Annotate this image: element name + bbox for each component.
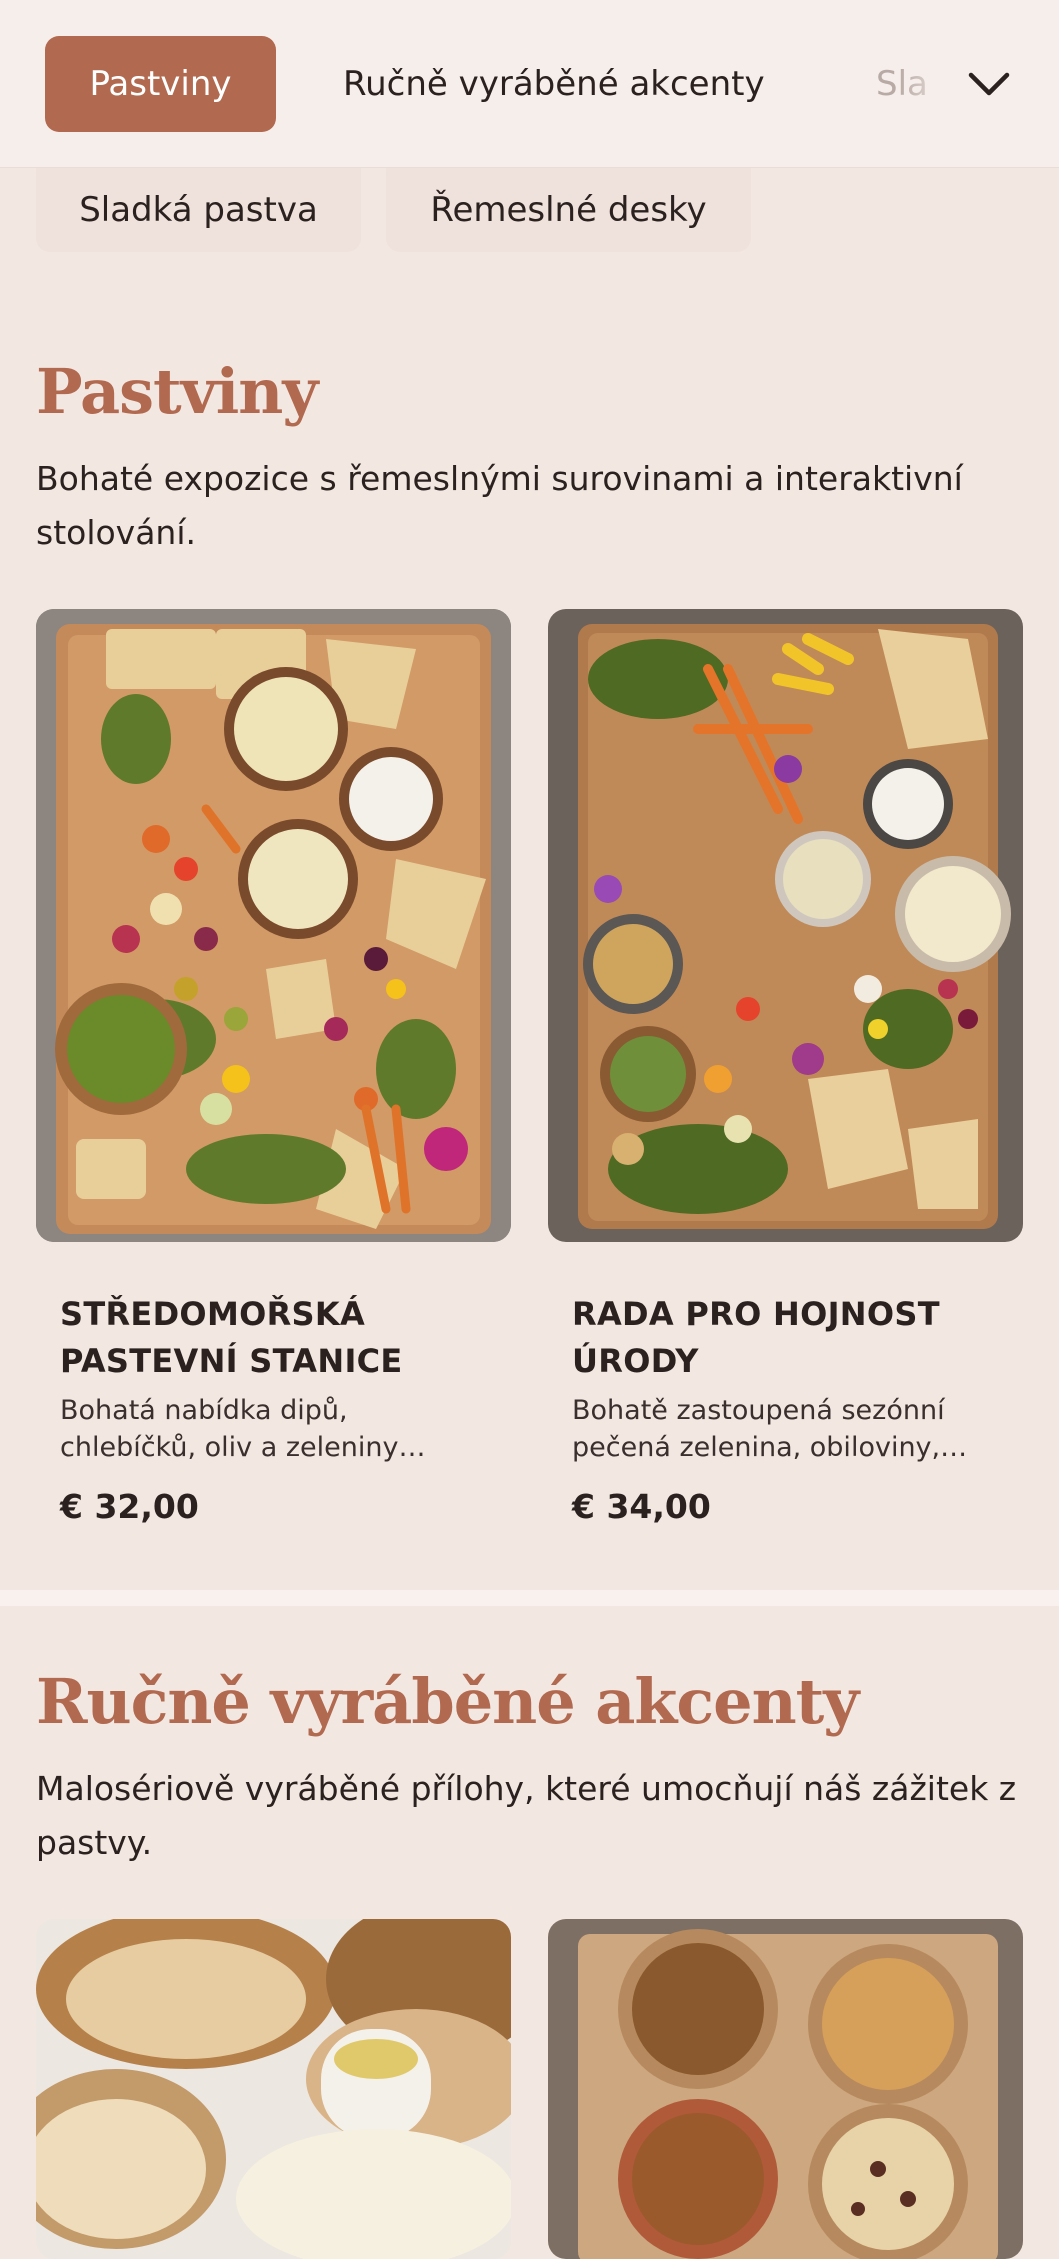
product-price: € 32,00 [60, 1487, 199, 1526]
category-dropdown-button[interactable] [955, 50, 1023, 118]
product-image-harvest[interactable] [548, 609, 1023, 1242]
product-image-mediterranean[interactable] [36, 609, 511, 1242]
product-description: Bohatě zastoupená sezónní pečená zelenin… [572, 1395, 945, 1463]
tab-label: Pastviny [89, 64, 232, 104]
product-image-nuts[interactable] [548, 1919, 1023, 2259]
category-tab-bar: Pastviny Ručně vyráběné akcenty Sla [0, 0, 1059, 168]
section-description: Malosériově vyráběné přílohy, které umoc… [36, 1769, 1017, 1862]
chip-sladka-pastva[interactable]: Sladká pastva [36, 168, 361, 252]
section-title: Pastviny [36, 355, 318, 428]
tab-pastviny[interactable]: Pastviny [45, 36, 276, 132]
section-divider [0, 1590, 1059, 1606]
bread-illustration [36, 1919, 511, 2259]
tab-rucne-vyrabene-akcenty[interactable]: Ručně vyráběné akcenty [343, 36, 765, 132]
product-title[interactable]: Rada pro hojnost úrody [572, 1291, 992, 1385]
product-price: € 34,00 [572, 1487, 711, 1526]
tab-label: Ručně vyráběné akcenty [343, 64, 765, 104]
chip-remeslne-desky[interactable]: Řemeslné desky [386, 168, 751, 252]
product-description: Bohatá nabídka dipů, chlebíčků, oliv a z… [60, 1395, 426, 1463]
chip-label: Sladká pastva [79, 190, 318, 230]
category-chip-row: Sladká pastva Řemeslné desky [0, 168, 1059, 253]
grazing-board-illustration [548, 609, 1023, 1242]
scroll-fade [898, 30, 958, 140]
grazing-platter-illustration [36, 609, 511, 1242]
nuts-illustration [548, 1919, 1023, 2259]
section-description: Bohaté expozice s řemeslnými surovinami … [36, 459, 963, 552]
chevron-down-icon [968, 72, 1010, 96]
product-image-bread[interactable] [36, 1919, 511, 2259]
section-title: Ručně vyráběné akcenty [36, 1665, 859, 1738]
chip-label: Řemeslné desky [430, 190, 707, 230]
product-title[interactable]: Středomořská pastevní stanice [60, 1291, 480, 1385]
